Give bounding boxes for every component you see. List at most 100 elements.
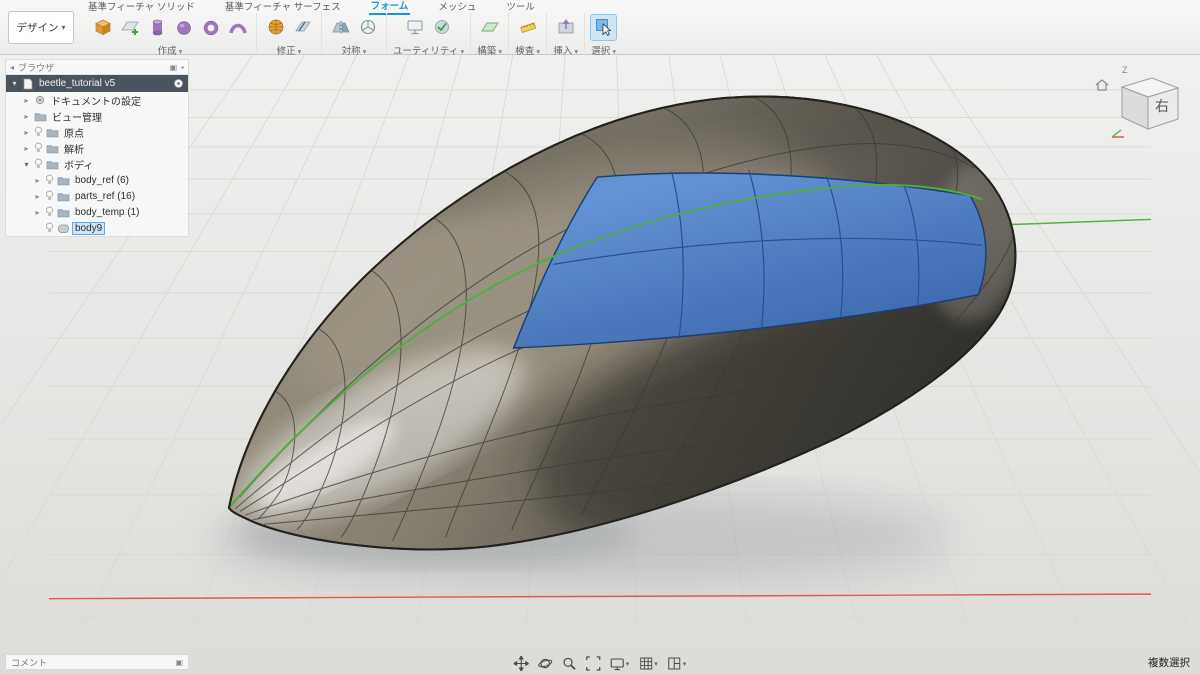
mirror-icon[interactable] [328, 15, 353, 40]
radio-visibility-icon[interactable] [173, 78, 184, 89]
pipe-icon[interactable] [225, 15, 250, 40]
tab-tools[interactable]: ツール [504, 0, 537, 14]
disclosure-icon[interactable]: ▾ [22, 160, 31, 169]
group-construct: 構築 [471, 13, 510, 57]
viewcube-face-label[interactable]: 右 [1155, 98, 1169, 114]
browser-header: ◂ ブラウザ ▣ ▪ [6, 60, 188, 75]
visibility-bulb-icon[interactable] [45, 174, 54, 186]
document-icon [23, 78, 33, 89]
design-workspace-dropdown[interactable]: デザイン [8, 11, 74, 44]
visibility-bulb-icon[interactable] [45, 222, 54, 234]
fit-button[interactable] [586, 656, 601, 671]
viewcube-axis-triad [1111, 129, 1124, 138]
select-tool-icon[interactable] [590, 13, 618, 41]
viewcube[interactable]: Z 右 [1092, 59, 1188, 156]
chevron-down-icon: ▾ [625, 660, 630, 668]
fit-icon [586, 656, 601, 671]
selection-status: 複数選択 [1148, 657, 1190, 669]
crease-icon[interactable] [290, 15, 315, 40]
viewport[interactable]: ◂ ブラウザ ▣ ▪ ▾ beetle_tutorial v5 ▸ ドキュメント… [0, 55, 1200, 674]
comment-bar[interactable]: コメント ▣ [5, 654, 189, 670]
browser-item-parts-ref[interactable]: ▸ parts_ref (16) [6, 188, 188, 204]
browser-title: ブラウザ [18, 62, 55, 73]
tab-solid[interactable]: 基準フィーチャ ソリッド [86, 0, 197, 14]
display-settings-button[interactable]: ▾ [610, 656, 630, 671]
grid-settings-button[interactable]: ▾ [638, 656, 658, 671]
box-icon[interactable] [90, 15, 115, 40]
browser-item-body-temp[interactable]: ▸ body_temp (1) [6, 204, 188, 220]
folder-icon [46, 160, 59, 169]
root-document-label: beetle_tutorial v5 [39, 78, 116, 89]
body-icon [58, 224, 69, 233]
disclosure-icon[interactable]: ▾ [10, 79, 19, 88]
browser-pin-icon[interactable]: ▪ [181, 63, 184, 72]
browser-collapse-icon[interactable]: ◂ [10, 63, 14, 72]
repair-body-icon[interactable] [430, 15, 455, 40]
browser-root-row[interactable]: ▾ beetle_tutorial v5 [6, 75, 188, 92]
insert-icon[interactable] [553, 15, 578, 40]
browser-item-label: ドキュメントの設定 [51, 96, 141, 108]
folder-icon [57, 208, 70, 217]
visibility-bulb-icon[interactable] [34, 158, 43, 170]
folder-icon [57, 192, 70, 201]
ribbon-tabs: 基準フィーチャ ソリッド 基準フィーチャ サーフェス フォーム メッシュ ツール [86, 0, 537, 15]
browser-panel: ◂ ブラウザ ▣ ▪ ▾ beetle_tutorial v5 ▸ ドキュメント… [5, 59, 189, 237]
browser-item-analysis[interactable]: ▸ 解析 [6, 140, 188, 156]
circular-symmetry-icon[interactable] [355, 15, 380, 40]
group-label-select[interactable]: 選択 [591, 43, 616, 57]
group-label-inspect[interactable]: 検査 [515, 43, 540, 57]
visibility-bulb-icon[interactable] [34, 142, 43, 154]
home-icon[interactable] [1095, 79, 1109, 91]
group-create: 作成 [84, 13, 257, 57]
visibility-bulb-icon[interactable] [45, 190, 54, 202]
group-label-create[interactable]: 作成 [158, 43, 183, 57]
group-label-utilities[interactable]: ユーティリティ [393, 43, 464, 57]
grid-settings-icon [639, 657, 652, 670]
design-workspace-label: デザイン [16, 22, 59, 34]
disclosure-icon[interactable]: ▸ [22, 96, 31, 105]
viewcube-z-axis-label: Z [1122, 65, 1128, 75]
browser-item-bodies[interactable]: ▾ ボディ [6, 156, 188, 172]
visibility-bulb-icon[interactable] [34, 126, 43, 138]
chevron-down-icon: ▾ [654, 660, 658, 668]
cylinder-icon[interactable] [144, 15, 169, 40]
disclosure-icon[interactable]: ▸ [22, 144, 31, 153]
disclosure-icon[interactable]: ▸ [33, 192, 42, 201]
viewports-icon [668, 657, 681, 670]
visibility-bulb-icon[interactable] [45, 206, 54, 218]
disclosure-icon[interactable]: ▸ [33, 176, 42, 185]
browser-item-body-ref[interactable]: ▸ body_ref (6) [6, 172, 188, 188]
group-inspect: 検査 [509, 13, 548, 57]
browser-item-body9[interactable]: body9 [6, 220, 188, 236]
group-label-construct[interactable]: 構築 [477, 43, 502, 57]
measure-icon[interactable] [515, 15, 540, 40]
orbit-button[interactable] [538, 656, 553, 671]
x-axis-red-line [48, 593, 1152, 600]
browser-item-named-views[interactable]: ▸ ビュー管理 [6, 108, 188, 124]
group-label-modify[interactable]: 修正 [277, 43, 302, 57]
edit-form-icon[interactable] [263, 15, 288, 40]
torus-icon[interactable] [198, 15, 223, 40]
plane-icon[interactable] [117, 15, 142, 40]
tab-surface[interactable]: 基準フィーチャ サーフェス [223, 0, 343, 14]
browser-dock-icon[interactable]: ▣ [170, 63, 178, 72]
comment-label: コメント [11, 657, 48, 668]
construction-plane-icon[interactable] [477, 15, 502, 40]
pan-button[interactable] [513, 656, 529, 671]
disclosure-icon[interactable]: ▸ [22, 112, 31, 121]
tab-mesh[interactable]: メッシュ [436, 0, 478, 14]
display-mode-icon[interactable] [403, 15, 428, 40]
group-utilities: ユーティリティ [387, 13, 472, 57]
gear-icon [36, 96, 44, 104]
group-label-symmetry[interactable]: 対称 [342, 43, 367, 57]
browser-item-origin[interactable]: ▸ 原点 [6, 124, 188, 140]
browser-item-document-settings[interactable]: ▸ ドキュメントの設定 [6, 92, 188, 108]
group-label-insert[interactable]: 挿入 [553, 43, 578, 57]
disclosure-icon[interactable]: ▸ [22, 128, 31, 137]
zoom-button[interactable] [562, 656, 577, 671]
viewports-button[interactable]: ▾ [667, 656, 686, 671]
disclosure-icon[interactable]: ▸ [33, 208, 42, 217]
browser-item-label: parts_ref (16) [75, 190, 136, 202]
comment-dock-icon[interactable]: ▣ [175, 658, 183, 667]
sphere-icon[interactable] [171, 15, 196, 40]
